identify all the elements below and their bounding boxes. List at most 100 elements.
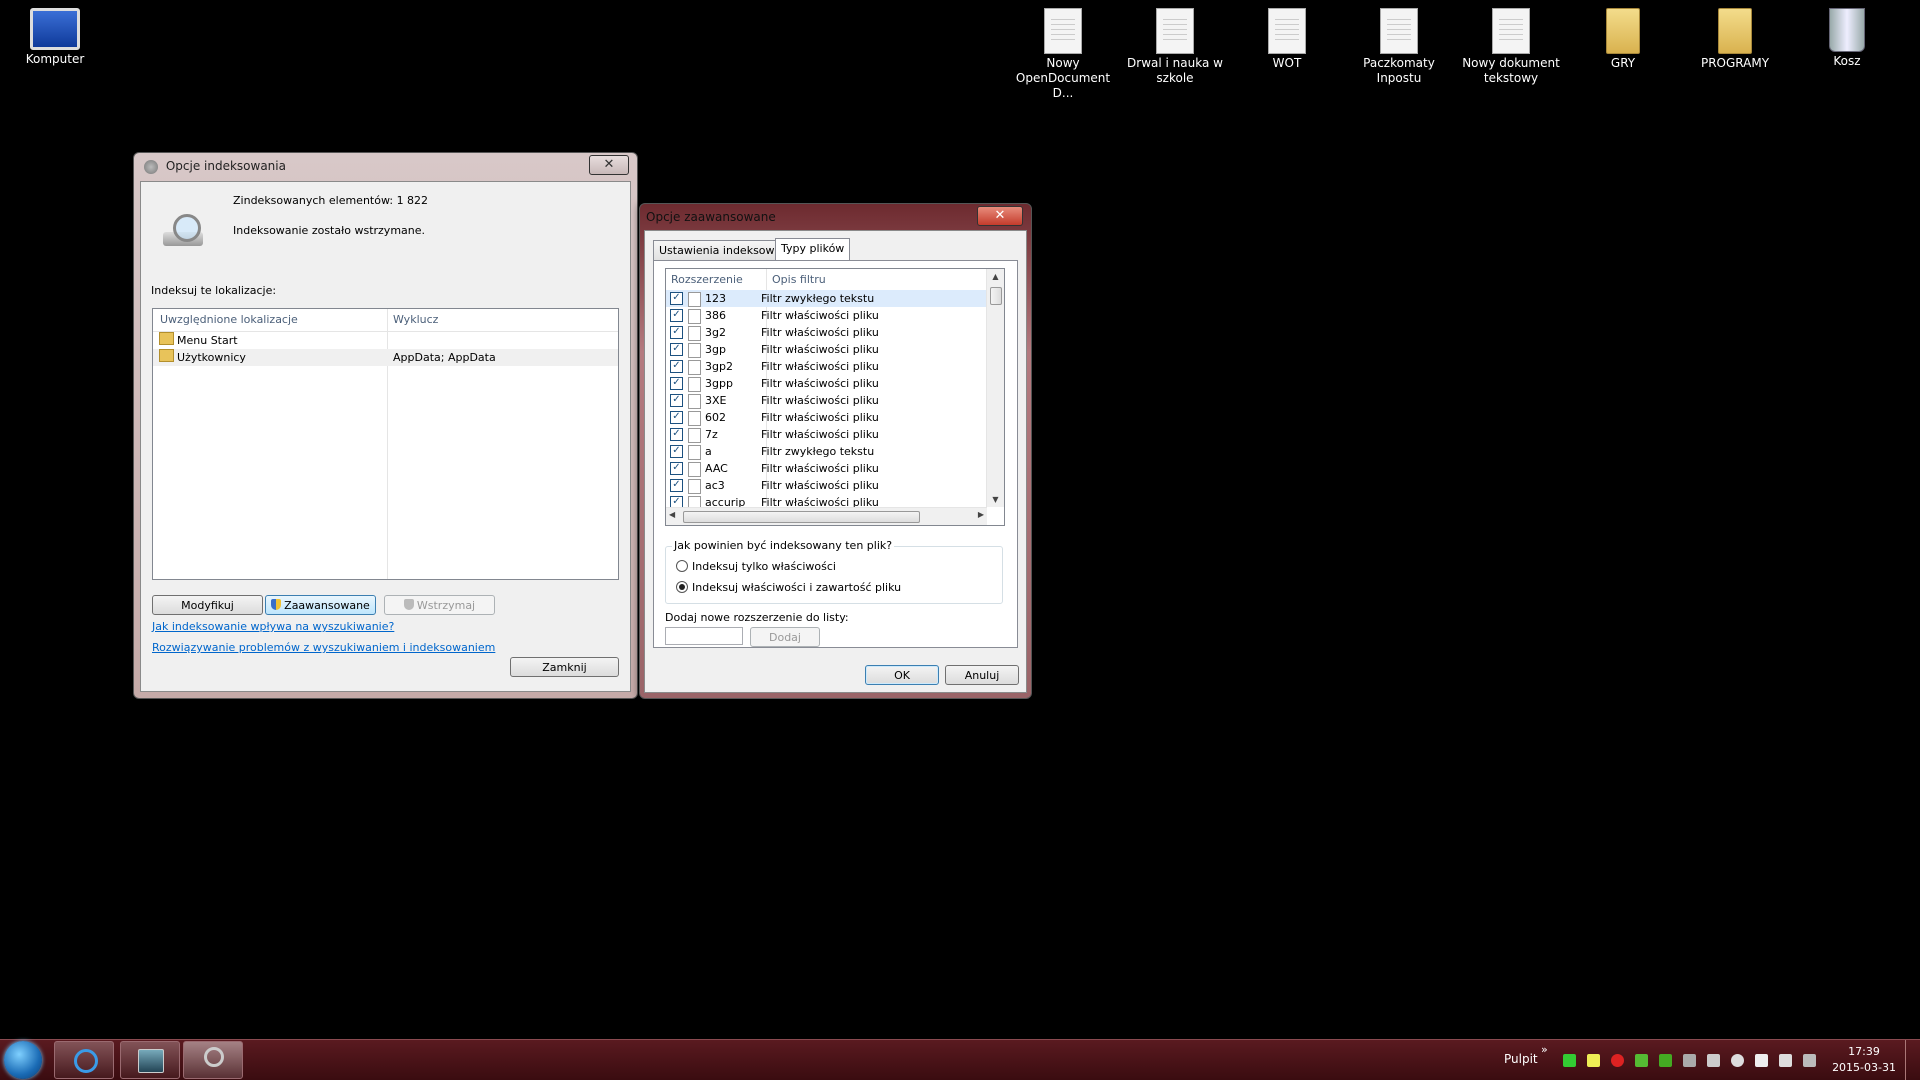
vertical-scrollbar[interactable]: ▲ ▼ xyxy=(986,269,1004,507)
desktop-icon-gry[interactable]: GRY xyxy=(1573,2,1673,71)
radio-properties-only[interactable]: Indeksuj tylko właściwości xyxy=(676,560,836,573)
desktop-icon-wot[interactable]: WOT xyxy=(1237,2,1337,71)
troubleshoot-search-link[interactable]: Rozwiązywanie problemów z wyszukiwaniem … xyxy=(152,641,495,654)
checkbox[interactable]: ✓ xyxy=(670,479,683,492)
checkbox[interactable]: ✓ xyxy=(670,377,683,390)
column-header-exclude[interactable]: Wyklucz xyxy=(393,309,438,331)
checkbox[interactable]: ✓ xyxy=(670,496,683,507)
desktop-icon-label: Paczkomaty Inpostu xyxy=(1363,56,1435,85)
toolbar-chevron[interactable]: » xyxy=(1541,1043,1548,1056)
tab-file-types[interactable]: Typy plików xyxy=(775,238,851,261)
extension-name: a xyxy=(705,445,712,458)
list-item[interactable]: ✓ 3g2 Filtr właściwości pliku xyxy=(666,324,986,341)
list-item[interactable]: ✓ 7z Filtr właściwości pliku xyxy=(666,426,986,443)
desktop-icon-paczkomaty[interactable]: Paczkomaty Inpostu xyxy=(1349,2,1449,86)
volume-icon[interactable] xyxy=(1779,1054,1792,1067)
titlebar[interactable]: Opcje indeksowania ✕ xyxy=(134,153,637,179)
printer-icon[interactable] xyxy=(1707,1054,1720,1067)
list-item[interactable]: ✓ 123 Filtr zwykłego tekstu xyxy=(666,290,986,307)
desktop-icon-label: GRY xyxy=(1610,56,1636,70)
device-icon[interactable] xyxy=(1683,1054,1696,1067)
list-item[interactable]: Użytkownicy AppData; AppData xyxy=(153,349,618,366)
titlebar[interactable]: Opcje zaawansowane ✕ xyxy=(640,204,1031,230)
column-header-filter[interactable]: Opis filtru xyxy=(772,269,826,290)
checkbox[interactable]: ✓ xyxy=(670,343,683,356)
taskbar-app[interactable] xyxy=(120,1041,180,1079)
checkbox[interactable]: ✓ xyxy=(670,326,683,339)
list-item[interactable]: Menu Start xyxy=(153,332,618,349)
start-button[interactable] xyxy=(4,1041,42,1079)
list-item[interactable]: ✓ 3gpp Filtr właściwości pliku xyxy=(666,375,986,392)
horizontal-scrollbar[interactable]: ◀ ▶ xyxy=(666,507,987,525)
how-indexing-affects-search-link[interactable]: Jak indeksowanie wpływa na wyszukiwanie? xyxy=(152,620,394,633)
scroll-thumb-h[interactable] xyxy=(683,511,920,523)
list-item[interactable]: ✓ AAC Filtr właściwości pliku xyxy=(666,460,986,477)
list-item[interactable]: ✓ 3XE Filtr właściwości pliku xyxy=(666,392,986,409)
checkbox[interactable]: ✓ xyxy=(670,462,683,475)
desktop-icon-label: Nowy dokument tekstowy xyxy=(1462,56,1560,85)
column-header-locations[interactable]: Uwzględnione lokalizacje xyxy=(160,309,298,331)
filter-description: Filtr właściwości pliku xyxy=(761,428,879,441)
close-button[interactable]: ✕ xyxy=(589,155,629,175)
scroll-left-arrow-icon[interactable]: ◀ xyxy=(669,510,675,519)
scroll-thumb[interactable] xyxy=(990,287,1002,305)
desktop-icon-new-text-document[interactable]: Nowy dokument tekstowy xyxy=(1461,2,1561,86)
add-extension-button[interactable]: Dodaj xyxy=(750,627,820,647)
action-center-icon[interactable] xyxy=(1755,1054,1768,1067)
antivirus-icon[interactable] xyxy=(1611,1054,1624,1067)
taskbar-indexing-options[interactable] xyxy=(183,1041,243,1079)
list-item[interactable]: ✓ ac3 Filtr właściwości pliku xyxy=(666,477,986,494)
scroll-up-arrow-icon[interactable]: ▲ xyxy=(987,272,1004,281)
ok-button[interactable]: OK xyxy=(865,665,939,685)
scroll-down-arrow-icon[interactable]: ▼ xyxy=(987,495,1004,504)
locations-list[interactable]: Uwzględnione lokalizacje Wyklucz Menu St… xyxy=(152,308,619,580)
taskbar-internet-explorer[interactable] xyxy=(54,1041,114,1079)
close-button[interactable]: ✕ xyxy=(977,206,1023,226)
add-extension-input[interactable] xyxy=(665,627,743,645)
steam-icon[interactable] xyxy=(1731,1054,1744,1067)
checkbox[interactable]: ✓ xyxy=(670,292,683,305)
checkbox[interactable]: ✓ xyxy=(670,428,683,441)
checkbox[interactable]: ✓ xyxy=(670,411,683,424)
clock[interactable]: 17:39 2015-03-31 xyxy=(1832,1044,1896,1076)
file-types-list[interactable]: Rozszerzenie Opis filtru ✓ 123 Filtr zwykł… xyxy=(665,268,1005,526)
file-type-icon xyxy=(688,479,701,494)
network-icon[interactable] xyxy=(1563,1054,1576,1067)
radio-properties-and-contents[interactable]: Indeksuj właściwości i zawartość pliku xyxy=(676,581,901,594)
list-item[interactable]: ✓ a Filtr zwykłego tekstu xyxy=(666,443,986,460)
pause-button[interactable]: Wstrzymaj xyxy=(384,595,495,615)
checkbox[interactable]: ✓ xyxy=(670,394,683,407)
graphics-icon[interactable] xyxy=(1659,1054,1672,1067)
checkbox[interactable]: ✓ xyxy=(670,445,683,458)
nvidia-icon[interactable] xyxy=(1635,1054,1648,1067)
checkbox[interactable]: ✓ xyxy=(670,360,683,373)
close-dialog-button[interactable]: Zamknij xyxy=(510,657,619,677)
radio-button[interactable] xyxy=(676,560,688,572)
filter-description: Filtr właściwości pliku xyxy=(761,377,879,390)
list-item[interactable]: ✓ 386 Filtr właściwości pliku xyxy=(666,307,986,324)
file-type-icon xyxy=(688,309,701,324)
cancel-button[interactable]: Anuluj xyxy=(945,665,1019,685)
network-status-icon[interactable] xyxy=(1803,1054,1816,1067)
location-exclude: AppData; AppData xyxy=(393,351,496,364)
desktop-icon-recycle-bin[interactable]: Kosz xyxy=(1797,2,1897,69)
list-item[interactable]: ✓ 602 Filtr właściwości pliku xyxy=(666,409,986,426)
checkbox[interactable]: ✓ xyxy=(670,309,683,322)
column-header-extension[interactable]: Rozszerzenie xyxy=(671,269,743,290)
desktop-icon-programy[interactable]: PROGRAMY xyxy=(1685,2,1785,71)
modify-button[interactable]: Modyfikuj xyxy=(152,595,263,615)
desktop-icon-computer[interactable]: Komputer xyxy=(5,2,105,67)
tray-app-icon[interactable] xyxy=(1587,1054,1600,1067)
list-item[interactable]: ✓ accurip Filtr właściwości pliku xyxy=(666,494,986,507)
radio-button[interactable] xyxy=(676,581,688,593)
desktop-toolbar-label[interactable]: Pulpit xyxy=(1504,1052,1538,1066)
list-item[interactable]: ✓ 3gp2 Filtr właściwości pliku xyxy=(666,358,986,375)
scroll-right-arrow-icon[interactable]: ▶ xyxy=(978,510,984,519)
advanced-button[interactable]: Zaawansowane xyxy=(265,595,376,615)
file-type-icon xyxy=(688,445,701,460)
desktop-icon-opendocument[interactable]: Nowy OpenDocument D... xyxy=(1013,2,1113,101)
extension-name: 3XE xyxy=(705,394,727,407)
list-item[interactable]: ✓ 3gp Filtr właściwości pliku xyxy=(666,341,986,358)
show-desktop-button[interactable] xyxy=(1905,1040,1920,1080)
desktop-icon-drwal[interactable]: Drwal i nauka w szkole xyxy=(1125,2,1225,86)
